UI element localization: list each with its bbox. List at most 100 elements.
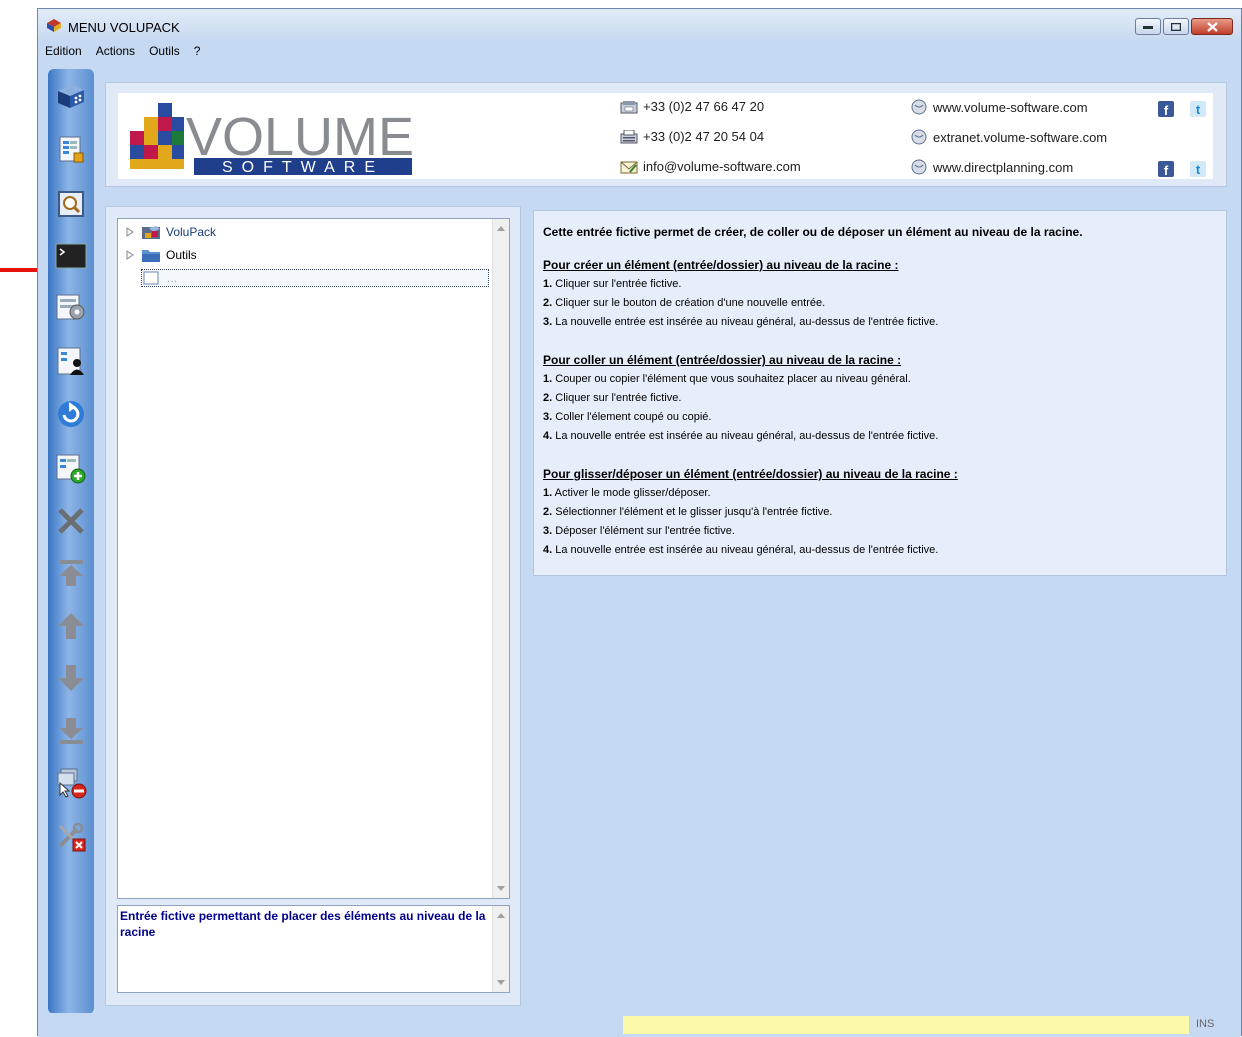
form-lock-icon[interactable] bbox=[54, 133, 88, 167]
web-link-3[interactable]: www.directplanning.com bbox=[910, 159, 1073, 175]
volupack-folder-icon bbox=[142, 226, 160, 239]
fax-icon bbox=[620, 129, 638, 143]
facebook-icon[interactable]: f bbox=[1158, 161, 1174, 177]
step-line: 1. Activer le mode glisser/déposer. bbox=[543, 487, 711, 499]
tree-scrollbar[interactable] bbox=[492, 219, 509, 898]
mail-icon bbox=[620, 161, 638, 173]
email-text[interactable]: info@volume-software.com bbox=[643, 159, 801, 174]
step-line: 2. Sélectionner l'élément et le glisser … bbox=[543, 506, 833, 518]
step-line: 4. La nouvelle entrée est insérée au niv… bbox=[543, 430, 939, 442]
tools-close-icon[interactable] bbox=[54, 819, 88, 853]
twitter-icon[interactable]: t bbox=[1190, 101, 1206, 117]
move-bottom-icon[interactable] bbox=[54, 714, 88, 748]
blank-entry-icon bbox=[143, 271, 159, 285]
drag-drop-off-icon[interactable] bbox=[54, 766, 88, 800]
step-line: 3. La nouvelle entrée est insérée au niv… bbox=[543, 316, 939, 328]
volume-software-logo: VOLUME ® SOFTWARE bbox=[128, 99, 430, 176]
volupack-icon[interactable] bbox=[54, 79, 88, 113]
phone-contact: +33 (0)2 47 66 47 20 bbox=[620, 99, 764, 114]
step-line: 1. Cliquer sur l'entrée fictive. bbox=[543, 278, 682, 290]
close-icon bbox=[1206, 21, 1218, 32]
fax-contact: +33 (0)2 47 20 54 04 bbox=[620, 129, 764, 144]
status-message-field bbox=[623, 1016, 1189, 1034]
facebook-icon[interactable]: f bbox=[1158, 101, 1174, 117]
tree-item-outils[interactable]: Outils bbox=[126, 246, 197, 264]
close-button[interactable] bbox=[1191, 18, 1233, 35]
step-line: 3. Coller l'élement coupé ou copié. bbox=[543, 411, 712, 423]
header-panel: VOLUME ® SOFTWARE +33 (0)2 47 66 47 20 +… bbox=[105, 82, 1227, 187]
scroll-up-icon[interactable] bbox=[497, 225, 505, 231]
delete-icon[interactable] bbox=[54, 504, 88, 538]
svg-text:f: f bbox=[1164, 103, 1169, 117]
web-link-3-text[interactable]: www.directplanning.com bbox=[933, 160, 1073, 175]
section-title: Pour coller un élément (entrée/dossier) … bbox=[543, 353, 902, 367]
status-bar: INS bbox=[38, 1013, 1241, 1037]
svg-text:f: f bbox=[1164, 163, 1169, 177]
info-panel: Cette entrée fictive permet de créer, de… bbox=[533, 210, 1227, 576]
web-link-2[interactable]: extranet.volume-software.com bbox=[910, 129, 1107, 145]
refresh-icon[interactable] bbox=[54, 397, 88, 431]
tree-view[interactable]: VoluPack Outils ... bbox=[117, 218, 510, 899]
logo-sub: SOFTWARE bbox=[222, 159, 384, 175]
app-icon bbox=[47, 19, 61, 32]
vertical-toolbar bbox=[48, 69, 94, 1014]
title-bar: MENU VOLUPACK bbox=[38, 9, 1241, 39]
tree-panel: VoluPack Outils ... Entrée fictive perme… bbox=[105, 206, 521, 1006]
section-title: Pour glisser/déposer un élément (entrée/… bbox=[543, 467, 958, 481]
step-line: 3. Déposer l'élément sur l'entrée fictiv… bbox=[543, 525, 735, 537]
scroll-down-icon[interactable] bbox=[497, 980, 505, 986]
menu-help[interactable]: ? bbox=[187, 44, 208, 58]
maximize-button[interactable] bbox=[1163, 18, 1189, 35]
tree-item-volupack[interactable]: VoluPack bbox=[126, 223, 216, 241]
menu-bar: Edition Actions Outils ? bbox=[38, 40, 1241, 62]
menu-edition[interactable]: Edition bbox=[38, 44, 89, 58]
globe-icon bbox=[911, 159, 927, 175]
user-tree-icon[interactable] bbox=[54, 344, 88, 378]
tree-item-fictive-root[interactable]: ... bbox=[141, 269, 489, 287]
svg-text:t: t bbox=[1196, 102, 1201, 117]
web-link-2-text[interactable]: extranet.volume-software.com bbox=[933, 130, 1107, 145]
svg-text:t: t bbox=[1196, 162, 1201, 177]
web-link-1[interactable]: www.volume-software.com bbox=[910, 99, 1088, 115]
settings-panel-icon[interactable] bbox=[54, 291, 88, 325]
phone-icon bbox=[620, 100, 638, 113]
step-line: 1. Couper ou copier l'élément que vous s… bbox=[543, 373, 911, 385]
description-scrollbar[interactable] bbox=[492, 906, 509, 992]
twitter-icon[interactable]: t bbox=[1190, 161, 1206, 177]
fax-text: +33 (0)2 47 20 54 04 bbox=[643, 129, 765, 144]
move-down-icon[interactable] bbox=[54, 661, 88, 695]
minimize-button[interactable] bbox=[1135, 18, 1161, 35]
minimize-icon bbox=[1143, 25, 1153, 29]
scroll-up-icon[interactable] bbox=[497, 912, 505, 918]
insert-mode-indicator: INS bbox=[1196, 1018, 1215, 1030]
description-box: Entrée fictive permettant de placer des … bbox=[117, 905, 510, 993]
email-contact[interactable]: info@volume-software.com bbox=[620, 159, 801, 174]
tree-item-label: VoluPack bbox=[166, 225, 217, 239]
web-link-1-text[interactable]: www.volume-software.com bbox=[933, 100, 1088, 115]
step-line: 2. Cliquer sur le bouton de création d'u… bbox=[543, 297, 826, 309]
search-preview-icon[interactable] bbox=[54, 187, 88, 221]
console-icon[interactable] bbox=[54, 239, 88, 273]
menu-outils[interactable]: Outils bbox=[142, 44, 187, 58]
add-entry-icon[interactable] bbox=[54, 451, 88, 485]
scroll-down-icon[interactable] bbox=[497, 886, 505, 892]
tree-item-label: ... bbox=[167, 271, 178, 285]
expand-arrow-icon[interactable] bbox=[126, 250, 134, 260]
info-intro: Cette entrée fictive permet de créer, de… bbox=[543, 225, 1083, 239]
maximize-icon bbox=[1171, 22, 1181, 31]
menu-actions[interactable]: Actions bbox=[89, 44, 142, 58]
step-line: 2. Cliquer sur l'entrée fictive. bbox=[543, 392, 682, 404]
description-text: Entrée fictive permettant de placer des … bbox=[120, 909, 486, 939]
phone-text: +33 (0)2 47 66 47 20 bbox=[643, 99, 765, 114]
step-line: 4. La nouvelle entrée est insérée au niv… bbox=[543, 544, 939, 556]
contact-banner: VOLUME ® SOFTWARE +33 (0)2 47 66 47 20 +… bbox=[118, 93, 1213, 179]
folder-icon bbox=[142, 250, 160, 262]
globe-icon bbox=[911, 99, 927, 115]
move-top-icon[interactable] bbox=[54, 556, 88, 590]
tree-item-label: Outils bbox=[166, 248, 197, 262]
move-up-icon[interactable] bbox=[54, 609, 88, 643]
main-window: MENU VOLUPACK Edition Actions Outils ? V… bbox=[37, 8, 1242, 1037]
section-title: Pour créer un élément (entrée/dossier) a… bbox=[543, 258, 899, 272]
expand-arrow-icon[interactable] bbox=[126, 227, 134, 237]
globe-icon bbox=[911, 129, 927, 145]
